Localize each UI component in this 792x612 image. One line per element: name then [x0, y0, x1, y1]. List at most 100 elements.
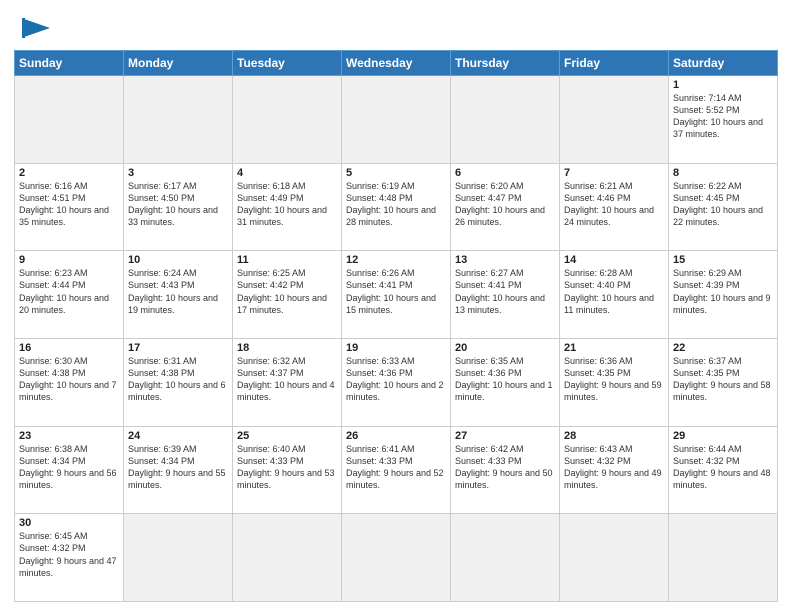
- day-info: Sunrise: 6:37 AM Sunset: 4:35 PM Dayligh…: [673, 355, 773, 404]
- calendar-week-4: 23Sunrise: 6:38 AM Sunset: 4:34 PM Dayli…: [15, 426, 778, 514]
- day-number: 21: [564, 342, 664, 354]
- calendar-day: 21Sunrise: 6:36 AM Sunset: 4:35 PM Dayli…: [560, 338, 669, 426]
- calendar-day: [451, 76, 560, 164]
- calendar-day: 2Sunrise: 6:16 AM Sunset: 4:51 PM Daylig…: [15, 163, 124, 251]
- header: [14, 10, 778, 44]
- calendar-day: 18Sunrise: 6:32 AM Sunset: 4:37 PM Dayli…: [233, 338, 342, 426]
- calendar-day: 20Sunrise: 6:35 AM Sunset: 4:36 PM Dayli…: [451, 338, 560, 426]
- day-info: Sunrise: 6:40 AM Sunset: 4:33 PM Dayligh…: [237, 443, 337, 492]
- calendar-day: [15, 76, 124, 164]
- day-number: 22: [673, 342, 773, 354]
- calendar-day: 11Sunrise: 6:25 AM Sunset: 4:42 PM Dayli…: [233, 251, 342, 339]
- col-thursday: Thursday: [451, 51, 560, 76]
- calendar-day: 13Sunrise: 6:27 AM Sunset: 4:41 PM Dayli…: [451, 251, 560, 339]
- day-number: 1: [673, 79, 773, 91]
- day-info: Sunrise: 6:28 AM Sunset: 4:40 PM Dayligh…: [564, 267, 664, 316]
- calendar-day: [124, 514, 233, 602]
- calendar-week-1: 2Sunrise: 6:16 AM Sunset: 4:51 PM Daylig…: [15, 163, 778, 251]
- calendar-day: 4Sunrise: 6:18 AM Sunset: 4:49 PM Daylig…: [233, 163, 342, 251]
- col-tuesday: Tuesday: [233, 51, 342, 76]
- calendar-week-2: 9Sunrise: 6:23 AM Sunset: 4:44 PM Daylig…: [15, 251, 778, 339]
- day-number: 23: [19, 430, 119, 442]
- day-info: Sunrise: 7:14 AM Sunset: 5:52 PM Dayligh…: [673, 92, 773, 141]
- calendar-day: [451, 514, 560, 602]
- col-friday: Friday: [560, 51, 669, 76]
- calendar-day: 6Sunrise: 6:20 AM Sunset: 4:47 PM Daylig…: [451, 163, 560, 251]
- day-info: Sunrise: 6:20 AM Sunset: 4:47 PM Dayligh…: [455, 180, 555, 229]
- day-number: 26: [346, 430, 446, 442]
- calendar-day: 9Sunrise: 6:23 AM Sunset: 4:44 PM Daylig…: [15, 251, 124, 339]
- calendar-day: 27Sunrise: 6:42 AM Sunset: 4:33 PM Dayli…: [451, 426, 560, 514]
- calendar-day: 26Sunrise: 6:41 AM Sunset: 4:33 PM Dayli…: [342, 426, 451, 514]
- calendar-day: 7Sunrise: 6:21 AM Sunset: 4:46 PM Daylig…: [560, 163, 669, 251]
- day-info: Sunrise: 6:24 AM Sunset: 4:43 PM Dayligh…: [128, 267, 228, 316]
- calendar-day: [233, 514, 342, 602]
- day-info: Sunrise: 6:42 AM Sunset: 4:33 PM Dayligh…: [455, 443, 555, 492]
- day-number: 19: [346, 342, 446, 354]
- day-info: Sunrise: 6:38 AM Sunset: 4:34 PM Dayligh…: [19, 443, 119, 492]
- calendar-day: 1Sunrise: 7:14 AM Sunset: 5:52 PM Daylig…: [669, 76, 778, 164]
- day-info: Sunrise: 6:18 AM Sunset: 4:49 PM Dayligh…: [237, 180, 337, 229]
- day-number: 9: [19, 254, 119, 266]
- day-number: 5: [346, 167, 446, 179]
- calendar-day: 24Sunrise: 6:39 AM Sunset: 4:34 PM Dayli…: [124, 426, 233, 514]
- calendar-page: Sunday Monday Tuesday Wednesday Thursday…: [0, 0, 792, 612]
- day-number: 8: [673, 167, 773, 179]
- calendar-day: [233, 76, 342, 164]
- calendar-day: [669, 514, 778, 602]
- calendar-day: [342, 76, 451, 164]
- calendar-body: 1Sunrise: 7:14 AM Sunset: 5:52 PM Daylig…: [15, 76, 778, 602]
- calendar-week-5: 30Sunrise: 6:45 AM Sunset: 4:32 PM Dayli…: [15, 514, 778, 602]
- day-info: Sunrise: 6:21 AM Sunset: 4:46 PM Dayligh…: [564, 180, 664, 229]
- calendar-day: 14Sunrise: 6:28 AM Sunset: 4:40 PM Dayli…: [560, 251, 669, 339]
- day-info: Sunrise: 6:23 AM Sunset: 4:44 PM Dayligh…: [19, 267, 119, 316]
- day-info: Sunrise: 6:43 AM Sunset: 4:32 PM Dayligh…: [564, 443, 664, 492]
- calendar-day: 28Sunrise: 6:43 AM Sunset: 4:32 PM Dayli…: [560, 426, 669, 514]
- calendar-header: Sunday Monday Tuesday Wednesday Thursday…: [15, 51, 778, 76]
- day-info: Sunrise: 6:41 AM Sunset: 4:33 PM Dayligh…: [346, 443, 446, 492]
- logo-icon: [14, 14, 54, 44]
- day-number: 11: [237, 254, 337, 266]
- day-number: 7: [564, 167, 664, 179]
- day-info: Sunrise: 6:45 AM Sunset: 4:32 PM Dayligh…: [19, 530, 119, 579]
- day-number: 18: [237, 342, 337, 354]
- logo: [14, 10, 58, 44]
- calendar-day: 10Sunrise: 6:24 AM Sunset: 4:43 PM Dayli…: [124, 251, 233, 339]
- col-monday: Monday: [124, 51, 233, 76]
- day-info: Sunrise: 6:22 AM Sunset: 4:45 PM Dayligh…: [673, 180, 773, 229]
- col-sunday: Sunday: [15, 51, 124, 76]
- day-info: Sunrise: 6:31 AM Sunset: 4:38 PM Dayligh…: [128, 355, 228, 404]
- calendar-day: 8Sunrise: 6:22 AM Sunset: 4:45 PM Daylig…: [669, 163, 778, 251]
- calendar-day: 30Sunrise: 6:45 AM Sunset: 4:32 PM Dayli…: [15, 514, 124, 602]
- day-info: Sunrise: 6:29 AM Sunset: 4:39 PM Dayligh…: [673, 267, 773, 316]
- day-number: 20: [455, 342, 555, 354]
- calendar-week-0: 1Sunrise: 7:14 AM Sunset: 5:52 PM Daylig…: [15, 76, 778, 164]
- col-saturday: Saturday: [669, 51, 778, 76]
- calendar-day: 19Sunrise: 6:33 AM Sunset: 4:36 PM Dayli…: [342, 338, 451, 426]
- calendar-day: 17Sunrise: 6:31 AM Sunset: 4:38 PM Dayli…: [124, 338, 233, 426]
- day-info: Sunrise: 6:25 AM Sunset: 4:42 PM Dayligh…: [237, 267, 337, 316]
- day-number: 16: [19, 342, 119, 354]
- day-number: 30: [19, 517, 119, 529]
- header-row: Sunday Monday Tuesday Wednesday Thursday…: [15, 51, 778, 76]
- day-number: 4: [237, 167, 337, 179]
- calendar-day: 12Sunrise: 6:26 AM Sunset: 4:41 PM Dayli…: [342, 251, 451, 339]
- day-number: 10: [128, 254, 228, 266]
- day-info: Sunrise: 6:27 AM Sunset: 4:41 PM Dayligh…: [455, 267, 555, 316]
- calendar-day: 16Sunrise: 6:30 AM Sunset: 4:38 PM Dayli…: [15, 338, 124, 426]
- day-info: Sunrise: 6:32 AM Sunset: 4:37 PM Dayligh…: [237, 355, 337, 404]
- calendar-day: 22Sunrise: 6:37 AM Sunset: 4:35 PM Dayli…: [669, 338, 778, 426]
- day-number: 17: [128, 342, 228, 354]
- calendar-day: [342, 514, 451, 602]
- day-number: 27: [455, 430, 555, 442]
- calendar-day: 23Sunrise: 6:38 AM Sunset: 4:34 PM Dayli…: [15, 426, 124, 514]
- day-info: Sunrise: 6:16 AM Sunset: 4:51 PM Dayligh…: [19, 180, 119, 229]
- day-number: 25: [237, 430, 337, 442]
- day-info: Sunrise: 6:19 AM Sunset: 4:48 PM Dayligh…: [346, 180, 446, 229]
- day-number: 13: [455, 254, 555, 266]
- day-info: Sunrise: 6:17 AM Sunset: 4:50 PM Dayligh…: [128, 180, 228, 229]
- day-number: 29: [673, 430, 773, 442]
- day-number: 28: [564, 430, 664, 442]
- day-number: 24: [128, 430, 228, 442]
- calendar-day: [124, 76, 233, 164]
